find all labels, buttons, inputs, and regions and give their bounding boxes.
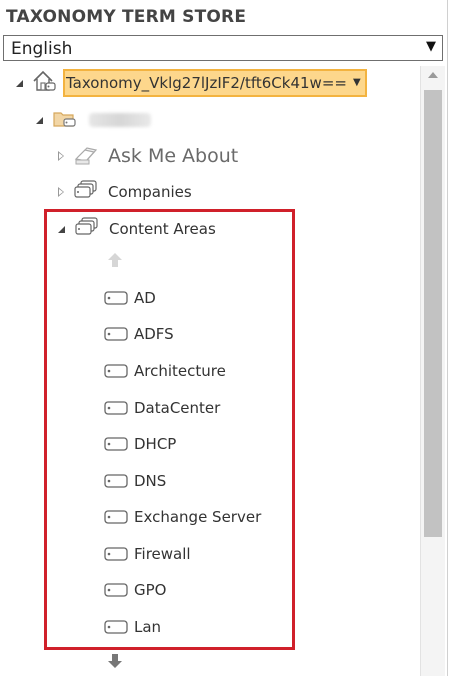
language-select-value: English (11, 39, 73, 59)
menu-dropdown-icon[interactable]: ▼ (353, 71, 361, 95)
scroll-thumb[interactable] (424, 90, 442, 537)
tree-node-group[interactable] (36, 108, 151, 132)
termset-icon (72, 178, 100, 206)
home-icon (31, 69, 57, 97)
collapse-icon[interactable] (16, 79, 23, 87)
folder-icon (51, 107, 79, 133)
tree-node-ask-me-about[interactable]: Ask Me About (58, 144, 238, 168)
tree-node-root[interactable]: Taxonomy_Vklg27lJzIF2/tft6Ck41w== ▼ (16, 69, 367, 97)
collapse-icon[interactable] (36, 116, 43, 124)
termset-label: Companies (108, 183, 192, 201)
expand-icon[interactable] (58, 187, 64, 197)
highlight-annotation-box (44, 209, 295, 650)
vertical-scrollbar[interactable] (420, 66, 445, 676)
arrow-down-icon[interactable] (106, 653, 124, 673)
language-select[interactable]: English ▼ (3, 35, 443, 61)
term-store-label: Taxonomy_Vklg27lJzIF2/tft6Ck41w== (66, 74, 347, 92)
termset-disabled-icon (72, 142, 100, 170)
scroll-up-icon[interactable] (428, 72, 438, 78)
dropdown-arrow-icon[interactable]: ▼ (426, 39, 436, 54)
termset-label: Ask Me About (108, 145, 239, 167)
term-store-name[interactable]: Taxonomy_Vklg27lJzIF2/tft6Ck41w== ▼ (63, 69, 367, 97)
panel-title: TAXONOMY TERM STORE (6, 7, 247, 27)
arrow-up-icon[interactable] (106, 251, 124, 273)
expand-icon[interactable] (58, 151, 64, 161)
term-store-panel: TAXONOMY TERM STORE English ▼ Taxonomy_V… (0, 0, 448, 676)
tree-node-companies[interactable]: Companies (58, 180, 192, 204)
redacted-group-name (89, 113, 151, 127)
